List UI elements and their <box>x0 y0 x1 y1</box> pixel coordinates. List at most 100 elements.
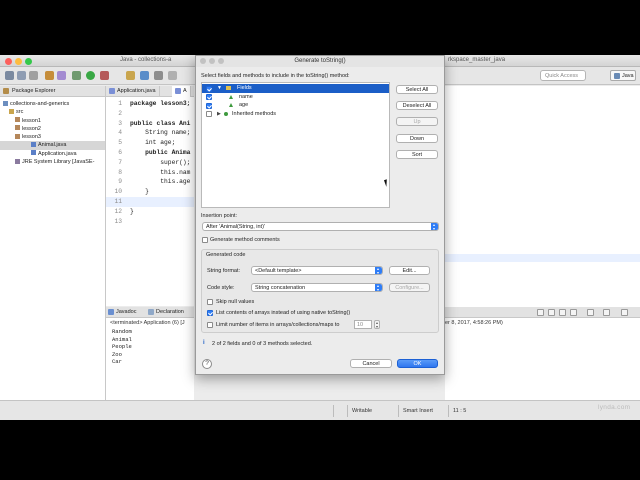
scroll-lock-icon[interactable] <box>548 309 555 316</box>
java-perspective-label: Java <box>622 73 634 79</box>
package-explorer-tab[interactable]: Package Explorer <box>0 86 105 97</box>
tree-row-name[interactable]: name <box>202 93 389 102</box>
tree-item-project[interactable]: collections-and-generics <box>0 100 105 108</box>
string-format-select[interactable]: <Default template> <box>251 266 383 275</box>
inherited-checkbox[interactable] <box>206 111 212 117</box>
skip-null-label: Skip null values <box>216 299 255 305</box>
tree-row-fields[interactable]: ▼ Fields <box>202 84 389 93</box>
editor-tab-animal[interactable]: A <box>172 86 191 97</box>
field-icon <box>229 103 233 107</box>
status-bar: Writable Smart Insert 11 : 5 <box>0 400 640 420</box>
string-format-label: String format: <box>207 268 241 274</box>
limit-items-checkbox[interactable] <box>207 322 213 328</box>
insertion-point-select[interactable]: After 'Animal(String, int)' <box>202 222 439 231</box>
tree-item-lesson3[interactable]: lesson3 <box>0 133 105 141</box>
edit-template-button[interactable]: Edit... <box>389 266 430 275</box>
insertion-point-label: Insertion point: <box>201 213 238 219</box>
console-line: People <box>112 343 132 351</box>
name-checkbox[interactable] <box>206 94 212 100</box>
ok-button[interactable]: OK <box>397 359 438 368</box>
select-all-button[interactable]: Select All <box>396 85 438 94</box>
generate-tostring-dialog: Generate toString() Select fields and me… <box>195 55 445 375</box>
fields-checkbox[interactable] <box>206 85 212 92</box>
tab-declaration[interactable]: Declaration <box>146 307 186 318</box>
declaration-icon <box>148 309 154 315</box>
tree-item-label: lesson3 <box>22 134 41 141</box>
console-line: Car <box>112 358 122 366</box>
print-icon[interactable] <box>29 71 38 80</box>
save-icon[interactable] <box>17 71 26 80</box>
tree-item-lesson2[interactable]: lesson2 <box>0 125 105 133</box>
tree-item-lesson1[interactable]: lesson1 <box>0 117 105 125</box>
pin-console-icon[interactable] <box>559 309 566 316</box>
display-console-icon[interactable] <box>570 309 577 316</box>
package-icon <box>15 125 20 131</box>
generate-comments-checkbox[interactable] <box>202 237 208 243</box>
open-console-icon[interactable] <box>587 309 594 316</box>
status-separator <box>448 405 449 417</box>
expand-arrow-icon[interactable]: ▶ <box>217 110 221 119</box>
tree-row-age[interactable]: age <box>202 101 389 110</box>
package-explorer: Package Explorer collections-and-generic… <box>0 86 106 400</box>
clear-console-icon[interactable] <box>537 309 544 316</box>
code-editor[interactable]: 1 package lesson3; 2 3 public class Ani 4 … <box>106 97 194 306</box>
new-class-icon[interactable] <box>140 71 149 80</box>
tree-item-jre[interactable]: JRE System Library [JavaSE- <box>0 158 105 166</box>
open-type-icon[interactable] <box>154 71 163 80</box>
tree-item-application-java[interactable]: Application.java <box>0 150 105 158</box>
list-contents-checkbox[interactable] <box>207 310 213 316</box>
bottom-view-tabs: Javadoc Declaration <box>106 307 194 318</box>
help-icon[interactable]: ? <box>202 359 212 369</box>
skip-null-checkbox[interactable] <box>207 299 213 305</box>
sort-button[interactable]: Sort <box>396 150 438 159</box>
code-style-select[interactable]: String concatenation <box>251 283 383 292</box>
dialog-minimize-icon[interactable] <box>209 58 215 64</box>
expand-arrow-icon[interactable]: ▼ <box>217 84 222 93</box>
code-text: this.nam <box>130 168 191 176</box>
code-line: 7 super(); <box>106 158 194 168</box>
limit-items-stepper[interactable] <box>374 320 380 329</box>
dropdown-arrow-icon <box>431 223 438 230</box>
search-icon[interactable] <box>168 71 177 80</box>
limit-items-input[interactable]: 10 <box>354 320 372 329</box>
maximize-window-icon[interactable] <box>25 58 32 65</box>
cancel-button[interactable]: Cancel <box>350 359 392 368</box>
maximize-view-icon[interactable] <box>621 309 628 316</box>
deselect-all-button[interactable]: Deselect All <box>396 101 438 110</box>
minimize-view-icon[interactable] <box>603 309 610 316</box>
new-icon[interactable] <box>5 71 14 80</box>
tree-item-animal-java[interactable]: Animal.java <box>0 141 105 150</box>
external-tools-icon[interactable] <box>100 71 109 80</box>
code-text: } <box>130 207 134 215</box>
configure-button[interactable]: Configure... <box>389 283 430 292</box>
down-button[interactable]: Down <box>396 134 438 143</box>
quick-access-input[interactable]: Quick Access <box>540 70 586 81</box>
editor-tab-bar: Application.java A <box>106 86 194 97</box>
new-package-icon[interactable] <box>126 71 135 80</box>
tab-label: Declaration <box>156 309 184 315</box>
editor-tab-application[interactable]: Application.java <box>106 86 160 97</box>
toggle-icon[interactable] <box>57 71 66 80</box>
build-icon[interactable] <box>45 71 54 80</box>
minimize-window-icon[interactable] <box>15 58 22 65</box>
tree-item-src[interactable]: src <box>0 108 105 116</box>
package-explorer-title: Package Explorer <box>12 88 56 94</box>
tree-row-label: Inherited methods <box>232 110 277 117</box>
dialog-close-icon[interactable] <box>200 58 206 64</box>
info-icon: i <box>203 340 205 346</box>
code-line: 12} <box>106 207 194 217</box>
tree-row-inherited[interactable]: ▶ Inherited methods <box>202 110 389 119</box>
age-checkbox[interactable] <box>206 102 212 109</box>
limit-items-label: Limit number of items in arrays/collecti… <box>216 322 340 328</box>
dialog-zoom-icon[interactable] <box>218 58 224 64</box>
debug-icon[interactable] <box>72 71 81 80</box>
dialog-title: Generate toString() <box>294 58 346 64</box>
line-number: 1 <box>118 100 122 107</box>
close-window-icon[interactable] <box>5 58 12 65</box>
tree-item-label: collections-and-generics <box>10 101 70 107</box>
java-perspective-button[interactable]: Java <box>610 70 636 81</box>
run-icon[interactable] <box>86 71 95 80</box>
code-style-value: String concatenation <box>255 285 306 291</box>
tab-javadoc[interactable]: Javadoc <box>106 307 139 318</box>
up-button[interactable]: Up <box>396 117 438 126</box>
